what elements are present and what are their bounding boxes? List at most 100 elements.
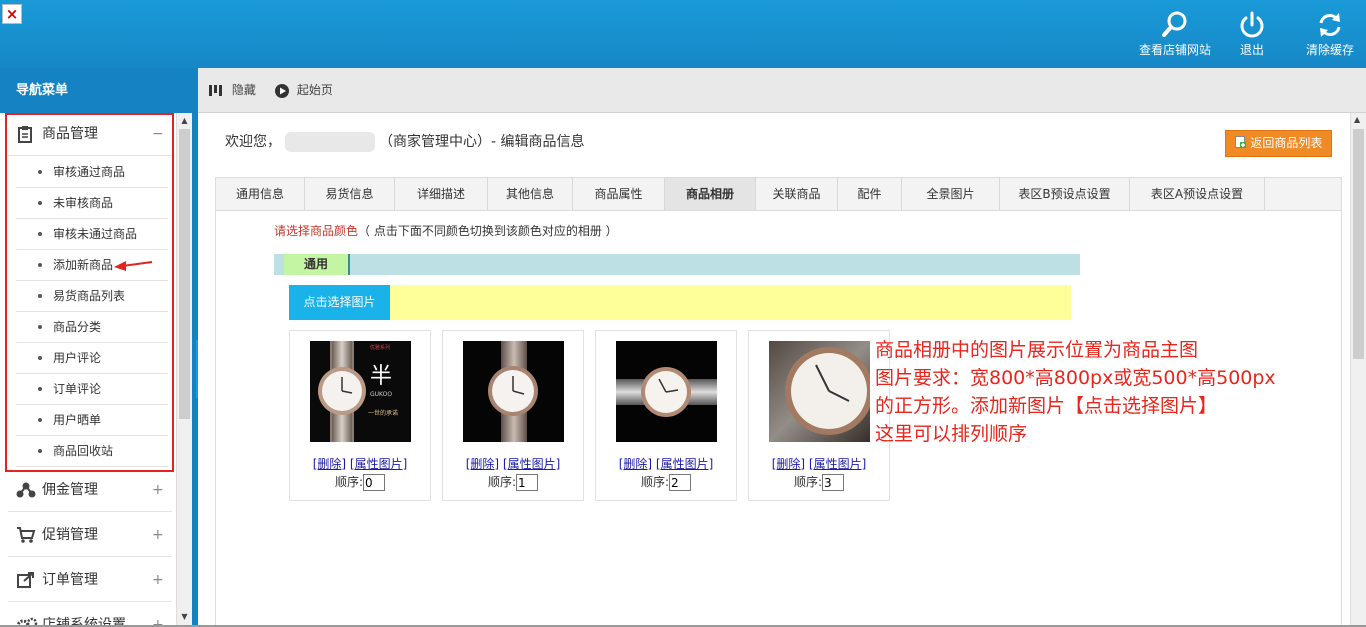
scroll-up-icon[interactable]: ▲ bbox=[1354, 115, 1360, 124]
logout-button[interactable]: 退出 bbox=[1232, 10, 1272, 58]
collapse-icon[interactable]: − bbox=[152, 113, 164, 156]
order-label: 顺序: bbox=[487, 475, 517, 489]
play-circle-icon bbox=[275, 83, 289, 98]
image-links: [删除] [属性图片] bbox=[596, 455, 736, 472]
sidebar-item-order-reviews[interactable]: 订单评论 bbox=[16, 374, 168, 405]
album-image-card: [删除] [属性图片] 顺序: bbox=[595, 330, 737, 501]
sidebar-item-label: 添加新商品 bbox=[53, 258, 114, 272]
order-label: 顺序: bbox=[793, 475, 823, 489]
clear-cache-button[interactable]: 清除缓存 bbox=[1302, 10, 1358, 58]
document-add-icon bbox=[1234, 136, 1246, 148]
expand-icon[interactable]: + bbox=[152, 469, 164, 512]
sidebar-item-approved-products[interactable]: 审核通过商品 bbox=[16, 157, 168, 188]
power-icon bbox=[1240, 11, 1264, 38]
back-to-product-list-button[interactable]: 返回商品列表 bbox=[1225, 130, 1332, 157]
tab-description[interactable]: 详细描述 bbox=[395, 178, 488, 210]
tab-other[interactable]: 其他信息 bbox=[488, 178, 573, 210]
sidebar-item-label: 商品分类 bbox=[53, 320, 102, 334]
color-tab-general[interactable]: 通用 bbox=[284, 254, 350, 275]
sidebar-item-user-reviews[interactable]: 用户评论 bbox=[16, 343, 168, 374]
sidebar-item-recycle-bin[interactable]: 商品回收站 bbox=[16, 436, 168, 467]
album-image-card: [删除] [属性图片] 顺序: bbox=[442, 330, 584, 501]
delete-link[interactable]: [删除] bbox=[313, 457, 346, 471]
sidebar-item-label: 商品回收站 bbox=[53, 444, 114, 458]
tab-attributes[interactable]: 商品属性 bbox=[573, 178, 665, 210]
delete-link[interactable]: [删除] bbox=[466, 457, 499, 471]
attribute-image-link[interactable]: [属性图片] bbox=[350, 457, 407, 471]
hide-button[interactable]: 隐藏 bbox=[208, 68, 256, 113]
scroll-down-icon[interactable]: ▼ bbox=[180, 611, 189, 623]
delete-link[interactable]: [删除] bbox=[772, 457, 805, 471]
watch-image bbox=[463, 341, 564, 442]
nav-group-promotions[interactable]: 促销管理 + bbox=[8, 514, 172, 557]
top-header: × 查看店铺网站 退出 清除缓存 bbox=[0, 0, 1366, 68]
sidebar-item-label: 用户评论 bbox=[53, 351, 102, 365]
select-image-button[interactable]: 点击选择图片 bbox=[289, 285, 390, 320]
tab-dial-b-presets[interactable]: 表区B预设点设置 bbox=[1000, 178, 1130, 210]
view-store-label: 查看店铺网站 bbox=[1138, 43, 1211, 57]
nav-group-commission[interactable]: 佣金管理 + bbox=[8, 469, 172, 512]
nav-menu-title: 导航菜单 bbox=[0, 68, 196, 113]
order-row: 顺序: bbox=[749, 473, 889, 491]
order-input[interactable] bbox=[669, 474, 692, 491]
expand-icon[interactable]: + bbox=[152, 604, 164, 625]
search-icon bbox=[1162, 11, 1187, 37]
view-store-button[interactable]: 查看店铺网站 bbox=[1138, 10, 1212, 58]
sidebar-item-categories[interactable]: 商品分类 bbox=[16, 312, 168, 343]
nav-group-store-settings[interactable]: 店铺系统设置 + bbox=[8, 604, 172, 625]
blurred-username bbox=[285, 132, 375, 152]
nav-group-orders[interactable]: 订单管理 + bbox=[8, 559, 172, 602]
sidebar-item-rejected-products[interactable]: 审核未通过商品 bbox=[16, 219, 168, 250]
tab-general[interactable]: 通用信息 bbox=[216, 178, 305, 210]
order-input[interactable] bbox=[822, 474, 845, 491]
hide-label: 隐藏 bbox=[231, 83, 256, 97]
tab-accessories[interactable]: 配件 bbox=[838, 178, 902, 210]
delete-link[interactable]: [删除] bbox=[619, 457, 652, 471]
nav-group-label: 订单管理 bbox=[42, 572, 98, 588]
home-page-label: 起始页 bbox=[296, 83, 333, 97]
order-label: 顺序: bbox=[334, 475, 364, 489]
sidebar-item-label: 订单评论 bbox=[53, 382, 102, 396]
expand-icon[interactable]: + bbox=[152, 559, 164, 602]
share-icon bbox=[16, 559, 36, 602]
tab-related[interactable]: 关联商品 bbox=[756, 178, 838, 210]
order-label: 顺序: bbox=[640, 475, 670, 489]
attribute-image-link[interactable]: [属性图片] bbox=[656, 457, 713, 471]
main-scrollbar[interactable]: ▲ bbox=[1350, 113, 1366, 627]
tab-panorama[interactable]: 全景图片 bbox=[902, 178, 1000, 210]
order-row: 顺序: bbox=[596, 473, 736, 491]
image-links: [删除] [属性图片] bbox=[749, 455, 889, 472]
nav-group-products[interactable]: 商品管理 − bbox=[8, 113, 172, 156]
attribute-image-link[interactable]: [属性图片] bbox=[809, 457, 866, 471]
welcome-text: 欢迎您， （商家管理中心）- 编辑商品信息 bbox=[225, 131, 585, 152]
sidebar-item-add-product[interactable]: 添加新商品 bbox=[16, 250, 168, 281]
scroll-up-icon[interactable]: ▲ bbox=[180, 115, 189, 127]
scrollbar-thumb[interactable] bbox=[179, 129, 190, 419]
sidebar-item-unreviewed-products[interactable]: 未审核商品 bbox=[16, 188, 168, 219]
bullet-icon bbox=[38, 263, 42, 267]
back-button-label: 返回商品列表 bbox=[1250, 136, 1323, 150]
sidebar-item-label: 审核未通过商品 bbox=[53, 227, 138, 241]
order-row: 顺序: bbox=[290, 473, 430, 491]
attribute-image-link[interactable]: [属性图片] bbox=[503, 457, 560, 471]
order-input[interactable] bbox=[516, 474, 539, 491]
scrollbar-thumb[interactable] bbox=[1353, 129, 1364, 359]
cart-icon bbox=[16, 514, 36, 557]
tab-album[interactable]: 商品相册 bbox=[665, 178, 756, 210]
sidebar-scrollbar[interactable]: ▲ ▼ bbox=[176, 113, 192, 625]
annotation-note: 商品相册中的图片展示位置为商品主图 图片要求：宽800*高800px或宽500*… bbox=[875, 336, 1276, 448]
expand-icon[interactable]: + bbox=[152, 514, 164, 557]
home-page-button[interactable]: 起始页 bbox=[274, 68, 333, 113]
sidebar-item-barter-list[interactable]: 易货商品列表 bbox=[16, 281, 168, 312]
bullet-icon bbox=[38, 325, 42, 329]
bullet-icon bbox=[38, 170, 42, 174]
watch-image bbox=[769, 341, 870, 442]
close-icon[interactable]: × bbox=[2, 4, 22, 24]
network-icon bbox=[16, 469, 36, 512]
logout-label: 退出 bbox=[1239, 43, 1264, 57]
sidebar-item-user-shares[interactable]: 用户晒单 bbox=[16, 405, 168, 436]
tab-barter[interactable]: 易货信息 bbox=[305, 178, 395, 210]
tab-dial-a-presets[interactable]: 表区A预设点设置 bbox=[1130, 178, 1265, 210]
order-input[interactable] bbox=[363, 474, 386, 491]
sidebar-item-label: 用户晒单 bbox=[53, 413, 102, 427]
